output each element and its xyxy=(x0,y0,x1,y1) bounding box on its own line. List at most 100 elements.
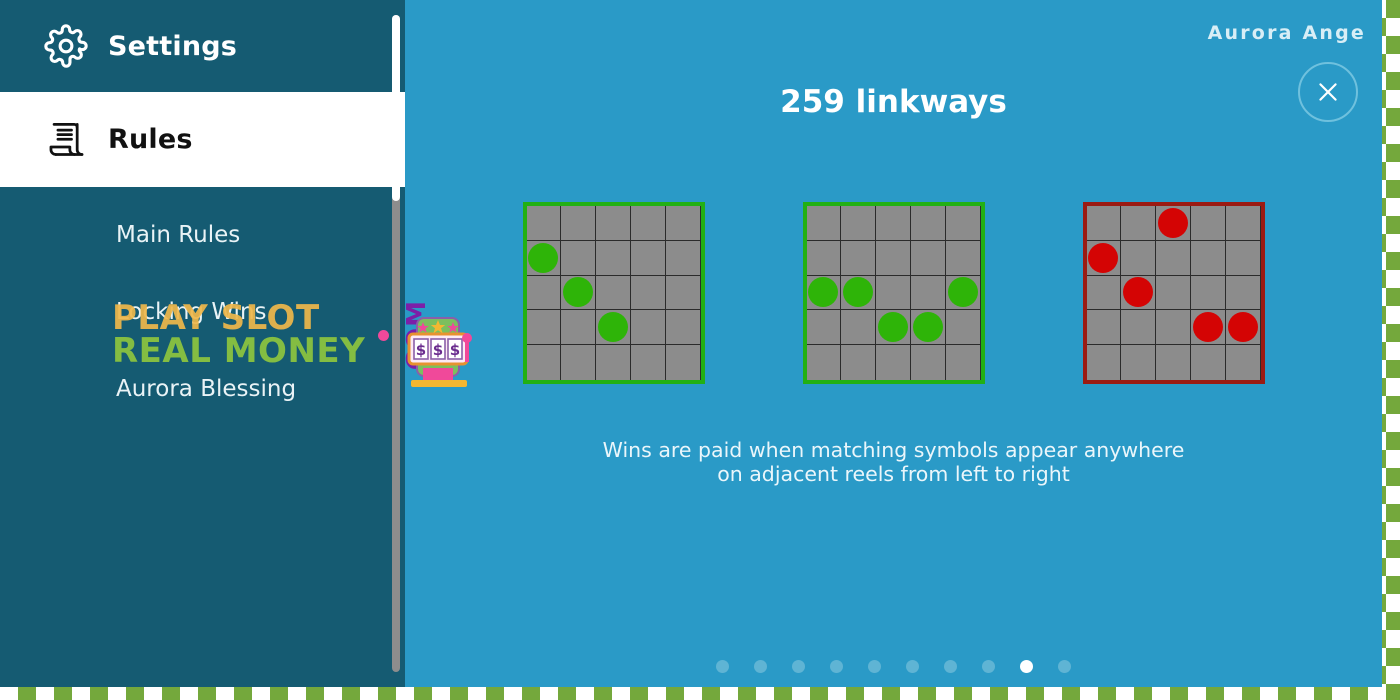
reel-cell xyxy=(526,310,562,346)
reel-cell xyxy=(806,206,842,241)
reel-cell xyxy=(630,275,666,311)
sidebar-subitem-locking-wins[interactable]: Locking Wins xyxy=(0,273,405,350)
reel-cell xyxy=(665,240,701,276)
linkway-examples xyxy=(405,202,1382,384)
reel-cell xyxy=(665,345,701,380)
sidebar-subitem-locking-wins-label: Locking Wins xyxy=(116,298,267,325)
rules-caption: Wins are paid when matching symbols appe… xyxy=(564,438,1224,486)
reel-cell-symbol xyxy=(1225,310,1261,346)
reel-cell-symbol xyxy=(910,310,946,346)
sidebar-item-rules[interactable]: Rules xyxy=(0,92,405,187)
reel-cell xyxy=(665,206,701,241)
reel-cell xyxy=(1190,206,1226,241)
reel-cell xyxy=(1121,345,1157,380)
game-title: Aurora Ange xyxy=(1207,22,1366,44)
reel-cell xyxy=(630,206,666,241)
reel-cell xyxy=(841,310,877,346)
reel-cell xyxy=(806,345,842,380)
reel-cell-symbol xyxy=(1086,240,1122,276)
reel-cell xyxy=(806,240,842,276)
pagination-dot[interactable] xyxy=(754,660,767,673)
pagination-dot-active[interactable] xyxy=(1020,660,1033,673)
sidebar-scrollbar[interactable] xyxy=(392,15,400,672)
reel-cell xyxy=(945,345,981,380)
pagination-dot[interactable] xyxy=(1058,660,1071,673)
reel-cell xyxy=(876,345,911,380)
sidebar-item-settings[interactable]: Settings xyxy=(0,0,405,92)
reel-cell-symbol xyxy=(1121,275,1157,311)
sidebar-subitem-main-rules[interactable]: Main Rules xyxy=(0,196,405,273)
reel-cell xyxy=(806,310,842,346)
reel-cell xyxy=(1225,275,1261,311)
reel-cell xyxy=(1156,310,1191,346)
reel-cell xyxy=(1190,345,1226,380)
reel-cell xyxy=(910,206,946,241)
reel-cell-symbol xyxy=(945,275,981,311)
reel-cell xyxy=(910,275,946,311)
scroll-icon xyxy=(44,118,88,162)
reel-cell xyxy=(841,240,877,276)
pagination-dot[interactable] xyxy=(906,660,919,673)
sidebar-subitem-main-rules-label: Main Rules xyxy=(116,221,241,248)
reel-cell xyxy=(1156,275,1191,311)
reel-cell xyxy=(945,240,981,276)
page-title: 259 linkways xyxy=(780,84,1007,120)
reel-cell xyxy=(526,345,562,380)
reel-cell xyxy=(665,275,701,311)
reel-cell-symbol xyxy=(526,240,562,276)
reel-cell xyxy=(1225,206,1261,241)
reel-cell xyxy=(1086,275,1122,311)
reel-cell-symbol xyxy=(1156,206,1191,241)
reel-cell-symbol xyxy=(596,310,631,346)
reel-cell xyxy=(910,345,946,380)
reel-cell xyxy=(945,310,981,346)
linkway-example-1 xyxy=(522,202,705,384)
sidebar-navigation: Settings Rules Main Rules Locking Wins A… xyxy=(0,0,405,687)
sidebar-subitem-aurora-blessing[interactable]: Aurora Blessing xyxy=(0,350,405,427)
reel-cell-symbol xyxy=(561,275,597,311)
rules-caption-line-2: on adjacent reels from left to right xyxy=(717,462,1070,487)
rules-overlay-panel: Settings Rules Main Rules Locking Wins A… xyxy=(0,0,1382,687)
sidebar-subitem-aurora-blessing-label: Aurora Blessing xyxy=(116,375,297,402)
pagination-dot[interactable] xyxy=(792,660,805,673)
pagination-dot[interactable] xyxy=(830,660,843,673)
svg-text:$: $ xyxy=(433,341,443,359)
pagination-dot[interactable] xyxy=(868,660,881,673)
reel-cell xyxy=(1086,206,1122,241)
svg-text:$: $ xyxy=(450,341,460,359)
reel-cell xyxy=(1086,310,1122,346)
reel-cell xyxy=(630,240,666,276)
reel-cell xyxy=(596,345,631,380)
reel-cell xyxy=(630,310,666,346)
reel-cell xyxy=(1190,275,1226,311)
reel-cell xyxy=(1190,240,1226,276)
pagination-dot[interactable] xyxy=(716,660,729,673)
pagination-dot[interactable] xyxy=(982,660,995,673)
reel-cell xyxy=(1156,240,1191,276)
reel-cell xyxy=(841,206,877,241)
reel-cell xyxy=(561,345,597,380)
reel-cell xyxy=(1121,310,1157,346)
rules-caption-line-1: Wins are paid when matching symbols appe… xyxy=(602,438,1185,462)
reel-cell xyxy=(526,275,562,311)
pagination-dot[interactable] xyxy=(944,660,957,673)
reel-cell xyxy=(561,206,597,241)
svg-text:$: $ xyxy=(416,341,426,359)
sidebar-scrollbar-thumb[interactable] xyxy=(392,15,400,201)
rules-content-area: Aurora Ange 259 linkways Wins are paid w… xyxy=(405,0,1382,687)
gear-icon xyxy=(44,24,88,68)
reel-cell xyxy=(526,206,562,241)
reel-cell-symbol xyxy=(806,275,842,311)
reel-cell xyxy=(630,345,666,380)
reel-cell xyxy=(841,345,877,380)
reel-cell xyxy=(1121,240,1157,276)
reel-cell xyxy=(596,275,631,311)
reel-cell xyxy=(561,310,597,346)
reel-cell xyxy=(945,206,981,241)
reel-cell xyxy=(876,240,911,276)
reel-cell xyxy=(596,240,631,276)
reel-cell xyxy=(596,206,631,241)
reel-cell-symbol xyxy=(876,310,911,346)
reel-cell xyxy=(910,240,946,276)
reel-cell xyxy=(1121,206,1157,241)
